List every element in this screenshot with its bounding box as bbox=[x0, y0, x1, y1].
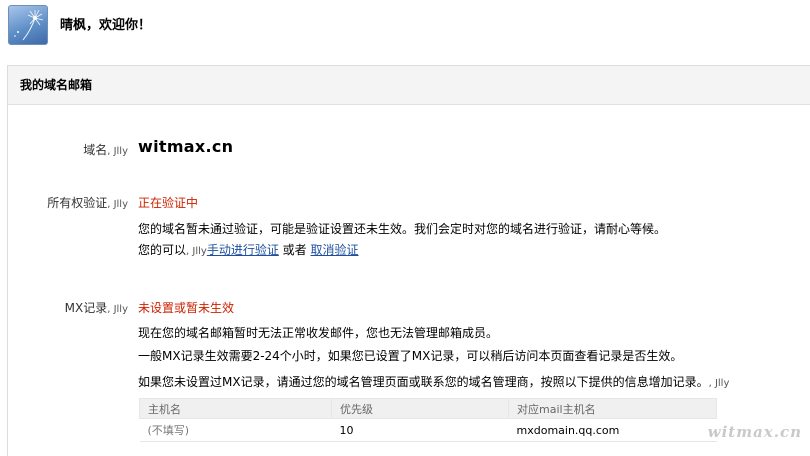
cell-mail-host: mxdomain.qq.com bbox=[508, 418, 717, 442]
panel-title: 我的域名邮箱 bbox=[8, 66, 810, 105]
dandelion-icon bbox=[14, 9, 44, 41]
greeting: 晴枫，欢迎你！ bbox=[60, 18, 152, 33]
ownership-status: 正在验证中 bbox=[138, 196, 199, 210]
mx-line-3: 如果您未设置过MX记录，请通过您的域名管理页面或联系您的域名管理商，按照以下提供… bbox=[138, 375, 730, 389]
mx-status: 未设置或暂未生效 bbox=[138, 301, 235, 315]
domain-label: 域名, Jlly bbox=[83, 143, 128, 157]
table-row: (不填写) 10 mxdomain.qq.com bbox=[139, 418, 717, 442]
ownership-label: 所有权验证, Jlly bbox=[47, 196, 128, 210]
col-header-host: 主机名 bbox=[139, 398, 332, 419]
line-mark: Jlly bbox=[714, 378, 730, 389]
cancel-verify-link[interactable]: 取消验证 bbox=[311, 243, 359, 257]
domain-mailbox-panel: 我的域名邮箱 域名, Jlly witmax.cn 所有权验证, Jlly 正在… bbox=[7, 65, 810, 456]
watermark: witmax.cn bbox=[707, 423, 802, 441]
mx-line-2: 一般MX记录生效需要2-24个小时，如果您已设置了MX记录，可以稍后访问本页面查… bbox=[138, 349, 683, 363]
label-mark: Jlly bbox=[113, 146, 128, 157]
cell-priority: 10 bbox=[331, 418, 509, 442]
action-mark: Jlly bbox=[192, 246, 207, 257]
label-mark: Jlly bbox=[113, 199, 128, 210]
cell-host: (不填写) bbox=[139, 418, 332, 442]
table-header-row: 主机名 优先级 对应mail主机名 bbox=[139, 398, 717, 419]
domain-value: witmax.cn bbox=[138, 137, 234, 156]
ownership-description: 您的域名暂未通过验证，可能是验证设置还未生效。我们会定时对您的域名进行验证，请耐… bbox=[138, 222, 667, 236]
mx-line-1: 现在您的域名邮箱暂时无法正常收发邮件，您也无法管理邮箱成员。 bbox=[138, 326, 499, 340]
label-mark: Jlly bbox=[113, 304, 128, 315]
header: 晴枫，欢迎你！ bbox=[0, 0, 810, 62]
mx-label: MX记录, Jlly bbox=[64, 301, 128, 315]
action-prefix: 您的可以 bbox=[138, 243, 187, 257]
manual-verify-link[interactable]: 手动进行验证 bbox=[207, 243, 279, 257]
col-header-mail-host: 对应mail主机名 bbox=[508, 398, 717, 419]
col-header-priority: 优先级 bbox=[331, 398, 509, 419]
ownership-actions: 您的可以, Jlly手动进行验证 或者 取消验证 bbox=[138, 243, 359, 257]
mx-record-table: 主机名 优先级 对应mail主机名 (不填写) 10 mxdomain.qq.c… bbox=[139, 398, 717, 442]
avatar[interactable] bbox=[8, 5, 48, 45]
or-text: 或者 bbox=[282, 243, 307, 257]
